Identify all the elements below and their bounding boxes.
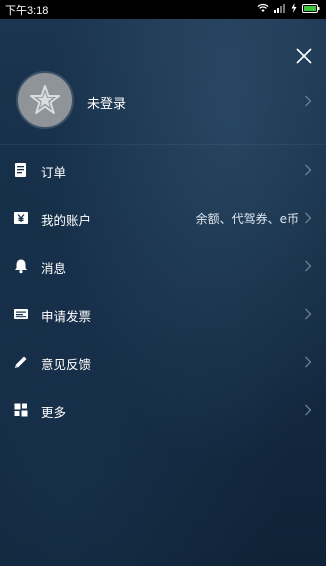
menu-label-invoice: 申请发票 <box>41 309 92 324</box>
side-menu-screen: 下午3:18 未登录 订单 我的账户 余额、代驾券、e币 消息 申请发票 意见反… <box>0 0 326 566</box>
menu-item-my-account[interactable]: 我的账户 余额、代驾券、e币 <box>0 198 326 238</box>
orders-icon <box>15 163 26 177</box>
signal-icon <box>274 4 285 13</box>
avatar <box>16 71 74 129</box>
menu-item-orders[interactable]: 订单 <box>0 150 326 190</box>
status-bar: 下午3:18 <box>0 0 326 19</box>
close-icon[interactable] <box>293 45 315 67</box>
wifi-icon <box>257 3 269 12</box>
profile-divider <box>0 144 326 145</box>
grid-icon <box>14 403 28 417</box>
menu-label-my-account: 我的账户 <box>41 213 92 228</box>
chevron-right-icon <box>305 164 312 176</box>
chevron-right-icon <box>305 95 312 107</box>
bell-icon <box>15 259 27 274</box>
menu-item-feedback[interactable]: 意见反馈 <box>0 342 326 382</box>
profile-row[interactable]: 未登录 <box>0 68 326 140</box>
menu-item-more[interactable]: 更多 <box>0 390 326 430</box>
chevron-right-icon <box>305 308 312 320</box>
menu-label-feedback: 意见反馈 <box>41 357 92 372</box>
login-status-label: 未登录 <box>87 97 127 112</box>
account-summary-text: 余额、代驾券、e币 <box>195 212 299 226</box>
star-avatar-icon <box>30 85 60 114</box>
menu-label-messages: 消息 <box>41 261 67 276</box>
status-time: 下午3:18 <box>5 5 49 17</box>
wallet-yen-icon <box>14 212 28 224</box>
chevron-right-icon <box>305 260 312 272</box>
charging-icon <box>291 3 297 13</box>
chevron-right-icon <box>305 404 312 416</box>
menu-label-orders: 订单 <box>41 165 67 180</box>
chevron-right-icon <box>305 212 312 224</box>
menu-label-more: 更多 <box>41 405 67 420</box>
pencil-icon <box>15 356 27 368</box>
chevron-right-icon <box>305 356 312 368</box>
menu-item-invoice[interactable]: 申请发票 <box>0 294 326 334</box>
status-icons <box>257 3 320 13</box>
menu-item-messages[interactable]: 消息 <box>0 246 326 286</box>
invoice-icon <box>14 309 28 319</box>
battery-icon <box>302 3 320 13</box>
